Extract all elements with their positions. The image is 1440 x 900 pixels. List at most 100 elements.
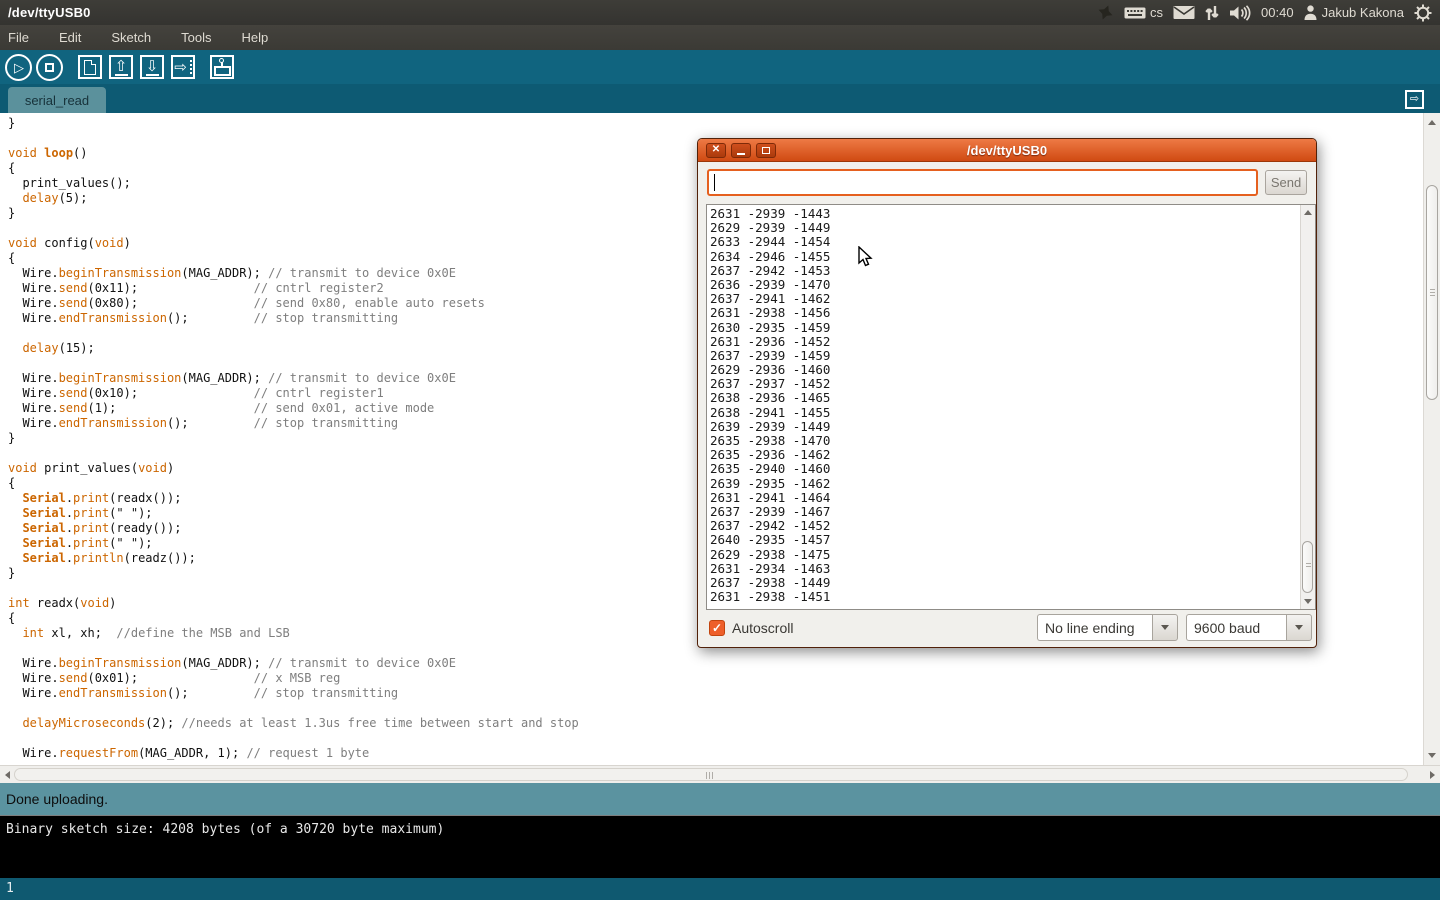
serial-data-row: 2639 -2939 -1449 [710, 420, 1300, 434]
vertical-scrollbar-thumb[interactable] [1426, 185, 1438, 400]
baud-rate-value: 9600 baud [1186, 614, 1286, 641]
serial-data-row: 2640 -2935 -1457 [710, 533, 1300, 547]
code-line: Wire.requestFrom(MAG_ADDR, 1); // reques… [8, 746, 1423, 761]
text-caret [714, 174, 715, 191]
save-button[interactable]: ⇩ [140, 55, 164, 79]
keyboard-icon [1124, 6, 1146, 20]
minimize-button[interactable] [731, 143, 751, 158]
arrow-down-icon: ⇩ [146, 59, 159, 76]
tab-serial-read[interactable]: serial_read [8, 87, 106, 113]
arrow-right-icon: ⇨ [1410, 94, 1419, 105]
editor-vertical-scrollbar[interactable] [1423, 113, 1440, 765]
menu-edit[interactable]: Edit [59, 27, 95, 48]
code-line [8, 731, 1423, 746]
code-line [8, 701, 1423, 716]
code-line: Wire.endTransmission(); // stop transmit… [8, 686, 1423, 701]
indicator-icon[interactable] [1097, 4, 1114, 21]
console-line: Binary sketch size: 4208 bytes (of a 307… [6, 822, 1440, 838]
new-sketch-button[interactable] [78, 55, 102, 79]
mail-icon[interactable] [1173, 5, 1195, 20]
serial-monitor-titlebar[interactable]: /dev/ttyUSB0 ✕ [698, 139, 1316, 162]
volume-icon[interactable] [1229, 5, 1251, 21]
chevron-down-icon [1161, 625, 1169, 630]
check-icon: ✓ [712, 621, 722, 635]
serial-data-row: 2631 -2936 -1452 [710, 335, 1300, 349]
play-icon: ▷ [14, 61, 24, 74]
line-number-strip: 1 [0, 878, 1440, 900]
dropdown-arrow-button[interactable] [1286, 614, 1312, 641]
toolbar: ▷ ⇧ ⇩ ⇨ [0, 50, 1440, 84]
serial-monitor-button[interactable] [210, 55, 234, 79]
stop-button[interactable] [36, 54, 63, 81]
status-bar: Done uploading. [0, 783, 1440, 815]
horizontal-scrollbar-thumb[interactable] [14, 768, 1408, 781]
tab-strip: serial_read ⇨ [0, 84, 1440, 113]
serial-scrollbar[interactable] [1300, 205, 1315, 609]
serial-data-row: 2638 -2936 -1465 [710, 391, 1300, 405]
scroll-up-arrow-icon[interactable] [1428, 120, 1436, 125]
serial-data-row: 2631 -2939 -1443 [710, 207, 1300, 221]
editor-horizontal-scrollbar[interactable] [0, 765, 1440, 783]
top-panel: /dev/ttyUSB0 cs [0, 0, 1440, 25]
baud-rate-dropdown[interactable]: 9600 baud [1186, 614, 1312, 641]
autoscroll-checkbox[interactable]: ✓ [709, 620, 725, 636]
dropdown-arrow-button[interactable] [1152, 614, 1178, 641]
mouse-cursor-icon [858, 246, 873, 268]
close-button[interactable]: ✕ [706, 143, 726, 158]
tab-label: serial_read [25, 93, 89, 108]
upload-button[interactable]: ⇨ [171, 55, 195, 79]
serial-data-row: 2637 -2938 -1449 [710, 576, 1300, 590]
user-icon [1304, 5, 1317, 20]
power-gear-icon[interactable] [1414, 4, 1432, 22]
scroll-down-arrow-icon[interactable] [1304, 599, 1312, 604]
serial-data-row: 2631 -2938 -1456 [710, 306, 1300, 320]
serial-data-row: 2631 -2941 -1464 [710, 491, 1300, 505]
line-number: 1 [6, 881, 14, 896]
serial-data-row: 2635 -2938 -1470 [710, 434, 1300, 448]
menu-tools[interactable]: Tools [181, 27, 225, 48]
serial-data-row: 2629 -2939 -1449 [710, 221, 1300, 235]
arrow-right-icon: ⇨ [174, 60, 192, 75]
serial-output[interactable]: 2631 -2939 -14432629 -2939 -14492633 -29… [707, 205, 1300, 609]
send-button[interactable]: Send [1265, 170, 1307, 195]
menu-help[interactable]: Help [241, 27, 282, 48]
serial-data-row: 2638 -2941 -1455 [710, 406, 1300, 420]
sync-arrows-icon[interactable] [1205, 5, 1219, 21]
system-tray: cs 00:40 Jakub Kak [1097, 4, 1440, 22]
user-menu[interactable]: Jakub Kakona [1304, 5, 1404, 20]
scroll-up-arrow-icon[interactable] [1304, 210, 1312, 215]
maximize-button[interactable] [756, 143, 776, 158]
serial-data-row: 2634 -2946 -1455 [710, 250, 1300, 264]
code-line: Wire.beginTransmission(MAG_ADDR); // tra… [8, 656, 1423, 671]
open-button[interactable]: ⇧ [109, 55, 133, 79]
serial-scrollbar-thumb[interactable] [1302, 541, 1313, 593]
serial-data-row: 2637 -2939 -1459 [710, 349, 1300, 363]
minimize-icon [737, 153, 745, 155]
verify-button[interactable]: ▷ [5, 54, 32, 81]
serial-input[interactable] [707, 169, 1258, 196]
serial-data-row: 2635 -2940 -1460 [710, 462, 1300, 476]
code-line: } [8, 116, 1423, 131]
arrow-up-icon: ⇧ [115, 59, 128, 76]
keyboard-layout-indicator[interactable]: cs [1124, 5, 1163, 20]
clock[interactable]: 00:40 [1261, 5, 1294, 20]
arduino-ide-screen: /dev/ttyUSB0 cs [0, 0, 1440, 900]
menu-bar: File Edit Sketch Tools Help [0, 25, 1440, 50]
stop-icon [45, 63, 54, 72]
menu-file[interactable]: File [8, 27, 43, 48]
tab-menu-button[interactable]: ⇨ [1405, 90, 1424, 109]
new-document-icon [84, 60, 96, 75]
menu-sketch[interactable]: Sketch [111, 27, 165, 48]
scroll-right-arrow-icon[interactable] [1430, 771, 1435, 779]
code-line: Wire.send(0x01); // x MSB reg [8, 671, 1423, 686]
line-ending-dropdown[interactable]: No line ending [1037, 614, 1178, 641]
serial-monitor-title: /dev/ttyUSB0 [698, 143, 1316, 158]
send-button-label: Send [1271, 175, 1301, 190]
serial-monitor-controls: ✓ Autoscroll No line ending 9600 baud [698, 609, 1316, 647]
serial-data-row: 2637 -2942 -1453 [710, 264, 1300, 278]
scroll-left-arrow-icon[interactable] [5, 771, 10, 779]
serial-data-row: 2629 -2938 -1475 [710, 548, 1300, 562]
scroll-down-arrow-icon[interactable] [1428, 753, 1436, 758]
serial-data-row: 2636 -2939 -1470 [710, 278, 1300, 292]
serial-data-row: 2639 -2935 -1462 [710, 477, 1300, 491]
